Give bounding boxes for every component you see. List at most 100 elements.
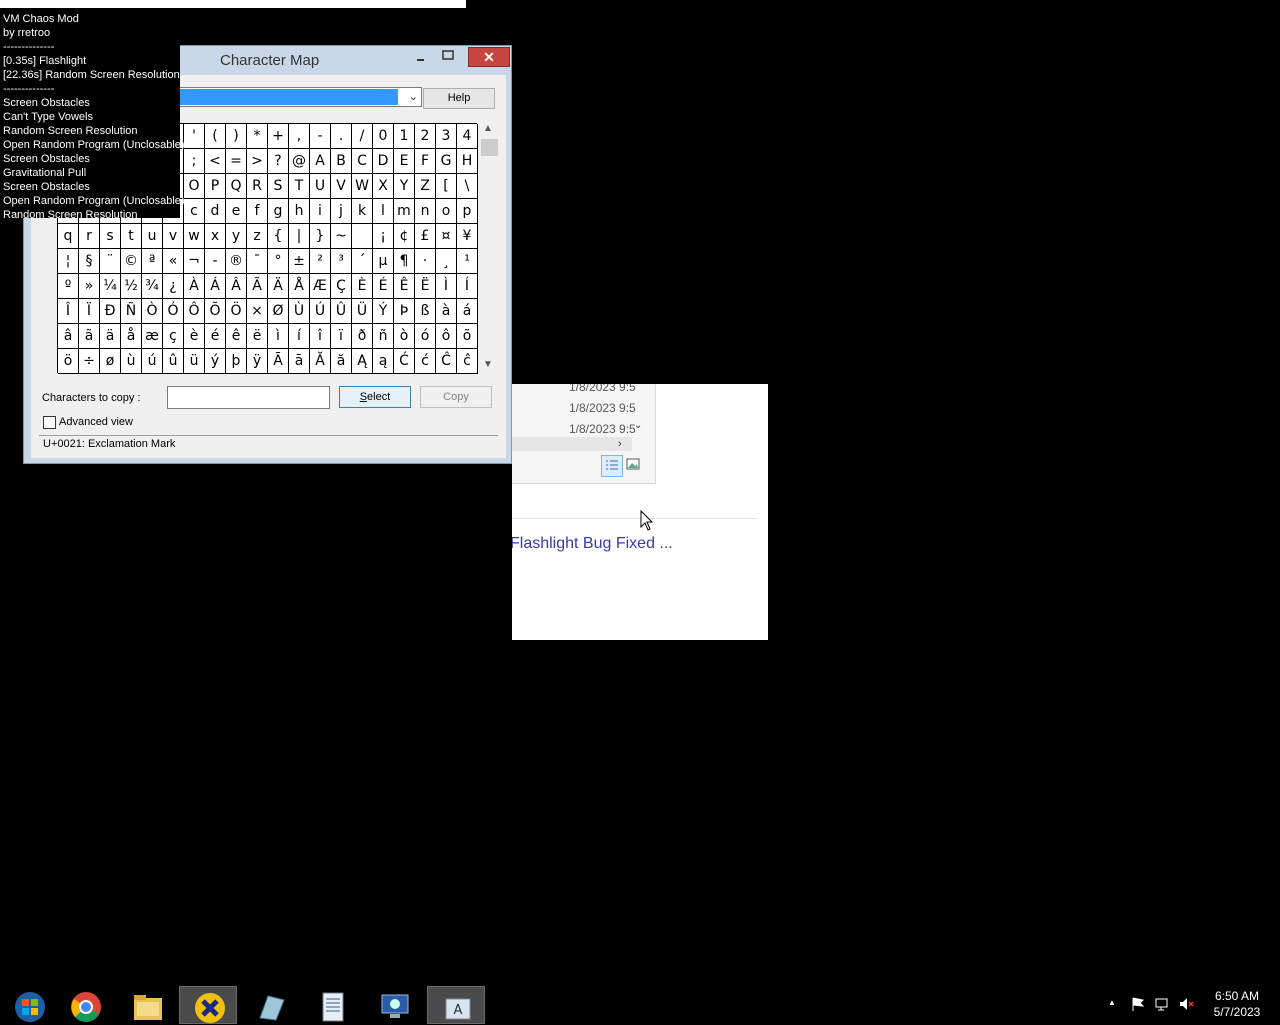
- character-cell[interactable]: ë: [247, 324, 268, 349]
- character-cell[interactable]: D: [373, 149, 394, 174]
- character-cell[interactable]: y: [226, 224, 247, 249]
- copy-button[interactable]: Copy: [420, 386, 492, 408]
- character-cell[interactable]: ä: [100, 324, 121, 349]
- chrome-icon[interactable]: [56, 986, 114, 1024]
- chevron-down-icon[interactable]: ▼: [483, 359, 493, 370]
- character-cell[interactable]: ð: [352, 324, 373, 349]
- character-cell[interactable]: þ: [226, 349, 247, 374]
- character-cell[interactable]: p: [457, 199, 478, 224]
- character-cell[interactable]: ï: [331, 324, 352, 349]
- character-cell[interactable]: Ä: [268, 274, 289, 299]
- character-cell[interactable]: =: [226, 149, 247, 174]
- character-cell[interactable]: ?: [268, 149, 289, 174]
- help-button[interactable]: Help: [423, 88, 495, 109]
- character-cell[interactable]: ,: [289, 124, 310, 149]
- character-cell[interactable]: v: [163, 224, 184, 249]
- character-cell[interactable]: ½: [121, 274, 142, 299]
- control-panel-icon[interactable]: [365, 986, 423, 1024]
- character-cell[interactable]: [: [436, 174, 457, 199]
- minimize-button[interactable]: [411, 48, 431, 64]
- character-cell[interactable]: Ĉ: [436, 349, 457, 374]
- character-cell[interactable]: [352, 224, 373, 249]
- character-cell[interactable]: E: [394, 149, 415, 174]
- character-cell[interactable]: ó: [415, 324, 436, 349]
- character-cell[interactable]: ¯: [247, 249, 268, 274]
- character-cell[interactable]: É: [373, 274, 394, 299]
- character-cell[interactable]: ¾: [142, 274, 163, 299]
- font-dropdown[interactable]: ⌄: [174, 87, 422, 107]
- character-cell[interactable]: r: [79, 224, 100, 249]
- character-cell[interactable]: ô: [436, 324, 457, 349]
- character-cell[interactable]: ¸: [436, 249, 457, 274]
- character-cell[interactable]: Ñ: [121, 299, 142, 324]
- character-cell[interactable]: w: [184, 224, 205, 249]
- character-cell[interactable]: û: [163, 349, 184, 374]
- character-cell[interactable]: {: [268, 224, 289, 249]
- character-cell[interactable]: C: [352, 149, 373, 174]
- character-cell[interactable]: T: [289, 174, 310, 199]
- character-cell[interactable]: è: [184, 324, 205, 349]
- character-cell[interactable]: g: [268, 199, 289, 224]
- character-cell[interactable]: P: [205, 174, 226, 199]
- character-cell[interactable]: Q: [226, 174, 247, 199]
- characters-to-copy-input[interactable]: [167, 386, 330, 409]
- character-cell[interactable]: Ć: [394, 349, 415, 374]
- character-cell[interactable]: ¹: [457, 249, 478, 274]
- character-cell[interactable]: ă: [331, 349, 352, 374]
- character-cell[interactable]: R: [247, 174, 268, 199]
- character-cell[interactable]: e: [226, 199, 247, 224]
- character-cell[interactable]: c: [184, 199, 205, 224]
- character-cell[interactable]: ü: [184, 349, 205, 374]
- character-cell[interactable]: ): [226, 124, 247, 149]
- character-cell[interactable]: ÷: [79, 349, 100, 374]
- character-cell[interactable]: ´: [352, 249, 373, 274]
- character-cell[interactable]: @: [289, 149, 310, 174]
- character-cell[interactable]: i: [310, 199, 331, 224]
- character-cell[interactable]: G: [436, 149, 457, 174]
- preview-view-icon[interactable]: [626, 457, 640, 471]
- character-cell[interactable]: ñ: [373, 324, 394, 349]
- character-cell[interactable]: ©: [121, 249, 142, 274]
- character-cell[interactable]: 2: [415, 124, 436, 149]
- character-cell[interactable]: V: [331, 174, 352, 199]
- character-cell[interactable]: ª: [142, 249, 163, 274]
- character-cell[interactable]: ¨: [100, 249, 121, 274]
- character-cell[interactable]: \: [457, 174, 478, 199]
- select-button[interactable]: Select: [339, 386, 411, 408]
- charmap-icon[interactable]: A: [427, 986, 485, 1024]
- character-cell[interactable]: *: [247, 124, 268, 149]
- character-cell[interactable]: Å: [289, 274, 310, 299]
- character-cell[interactable]: ā: [289, 349, 310, 374]
- character-cell[interactable]: ®: [226, 249, 247, 274]
- character-cell[interactable]: ö: [58, 349, 79, 374]
- character-cell[interactable]: ': [184, 124, 205, 149]
- character-cell[interactable]: |: [289, 224, 310, 249]
- character-cell[interactable]: }: [310, 224, 331, 249]
- character-cell[interactable]: Û: [331, 299, 352, 324]
- advanced-view-checkbox[interactable]: [43, 416, 56, 429]
- character-cell[interactable]: æ: [142, 324, 163, 349]
- character-cell[interactable]: ¦: [58, 249, 79, 274]
- character-cell[interactable]: s: [100, 224, 121, 249]
- character-cell[interactable]: Ý: [373, 299, 394, 324]
- character-cell[interactable]: ã: [79, 324, 100, 349]
- character-cell[interactable]: /: [352, 124, 373, 149]
- character-cell[interactable]: F: [415, 149, 436, 174]
- character-cell[interactable]: Ö: [226, 299, 247, 324]
- character-cell[interactable]: å: [121, 324, 142, 349]
- character-cell[interactable]: Ð: [100, 299, 121, 324]
- character-cell[interactable]: Þ: [394, 299, 415, 324]
- character-cell[interactable]: Ê: [394, 274, 415, 299]
- character-cell[interactable]: A: [310, 149, 331, 174]
- character-cell[interactable]: d: [205, 199, 226, 224]
- character-cell[interactable]: Ą: [352, 349, 373, 374]
- character-cell[interactable]: í: [289, 324, 310, 349]
- character-cell[interactable]: (: [205, 124, 226, 149]
- character-cell[interactable]: ò: [394, 324, 415, 349]
- character-cell[interactable]: n: [415, 199, 436, 224]
- character-cell[interactable]: ¬: [184, 249, 205, 274]
- character-cell[interactable]: Ü: [352, 299, 373, 324]
- character-cell[interactable]: °: [268, 249, 289, 274]
- character-cell[interactable]: ;: [184, 149, 205, 174]
- character-cell[interactable]: -: [205, 249, 226, 274]
